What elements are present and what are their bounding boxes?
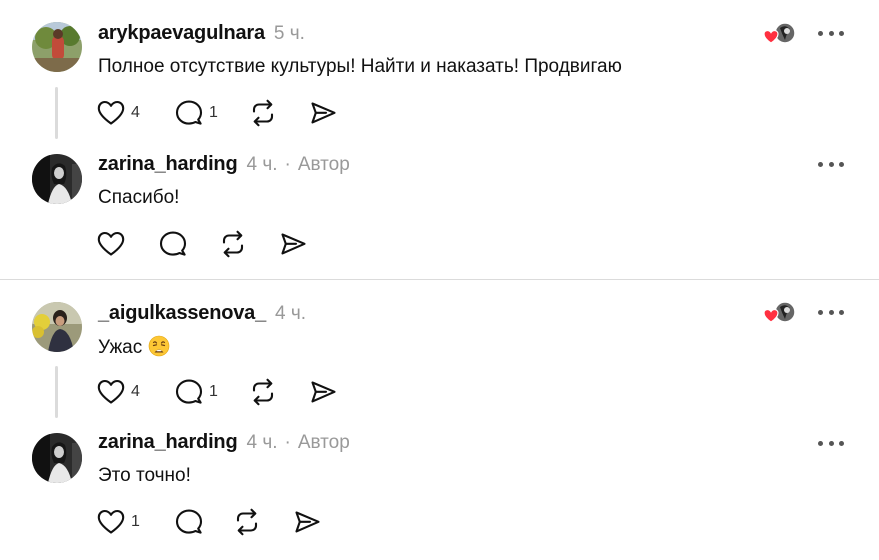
reply-button[interactable] — [174, 507, 232, 537]
like-button[interactable]: 4 — [96, 377, 174, 407]
reply-header: zarina_harding 4 ч. · Автор — [98, 431, 350, 454]
timestamp[interactable]: 5 ч. — [274, 23, 305, 45]
liked-by-avatars[interactable] — [763, 301, 797, 325]
username[interactable]: _aigulkassenova_ — [98, 302, 266, 325]
more-options-icon[interactable] — [818, 28, 844, 38]
post-header: arykpaevagulnara 5 ч. — [98, 22, 305, 45]
heart-icon — [96, 507, 126, 537]
avatar[interactable] — [32, 154, 82, 204]
like-count: 4 — [131, 383, 140, 400]
repost-icon — [218, 229, 248, 259]
reply-button[interactable]: 1 — [174, 98, 248, 128]
share-button[interactable] — [292, 507, 322, 537]
comment-text: Спасибо! — [98, 187, 180, 208]
separator-dot: · — [284, 432, 291, 453]
repost-icon — [232, 507, 262, 537]
action-bar — [96, 229, 308, 259]
like-count: 1 — [131, 513, 140, 530]
timestamp[interactable]: 4 ч. — [275, 303, 306, 325]
comment-icon — [158, 229, 188, 259]
action-bar: 1 — [96, 507, 322, 537]
reply-count: 1 — [209, 104, 218, 121]
share-button[interactable] — [278, 229, 308, 259]
comment-text: Ужас — [98, 335, 170, 359]
repost-button[interactable] — [248, 377, 308, 407]
avatar[interactable] — [32, 433, 82, 483]
share-icon — [278, 229, 308, 259]
share-icon — [308, 98, 338, 128]
heart-icon — [96, 377, 126, 407]
avatar-photo — [32, 154, 82, 204]
more-options-icon[interactable] — [818, 307, 844, 317]
action-bar: 4 1 — [96, 98, 338, 128]
like-button[interactable]: 1 — [96, 507, 174, 537]
comment-text: Полное отсутствие культуры! Найти и нака… — [98, 56, 622, 77]
thread-connector-line — [55, 87, 58, 139]
author-label: Автор — [297, 154, 350, 175]
timestamp[interactable]: 4 ч. — [246, 432, 277, 454]
repost-icon — [248, 98, 278, 128]
repost-button[interactable] — [232, 507, 292, 537]
like-count: 4 — [131, 104, 140, 121]
share-button[interactable] — [308, 98, 338, 128]
avatar-photo — [32, 22, 82, 72]
more-options-icon[interactable] — [818, 159, 844, 169]
username[interactable]: zarina_harding — [98, 153, 238, 176]
comment-text-content: Ужас — [98, 337, 143, 358]
reply-button[interactable] — [158, 229, 218, 259]
like-button[interactable] — [96, 229, 158, 259]
weary-face-emoji-icon — [148, 335, 170, 357]
avatar[interactable] — [32, 22, 82, 72]
thread-1: arykpaevagulnara 5 ч. Полное отсутствие … — [0, 0, 879, 279]
comment-icon — [174, 377, 204, 407]
timestamp[interactable]: 4 ч. — [246, 154, 277, 176]
reply-header: zarina_harding 4 ч. · Автор — [98, 153, 350, 176]
comment-text: Это точно! — [98, 465, 191, 486]
thread-2: _aigulkassenova_ 4 ч. Ужас 4 1 zarina_ha… — [0, 280, 879, 560]
comment-icon — [174, 507, 204, 537]
heart-icon — [96, 229, 126, 259]
more-options-icon[interactable] — [818, 438, 844, 448]
action-bar: 4 1 — [96, 377, 338, 407]
post-header: _aigulkassenova_ 4 ч. — [98, 302, 306, 325]
repost-button[interactable] — [248, 98, 308, 128]
thread-connector-line — [55, 366, 58, 418]
repost-icon — [248, 377, 278, 407]
reply-button[interactable]: 1 — [174, 377, 248, 407]
share-button[interactable] — [308, 377, 338, 407]
repost-button[interactable] — [218, 229, 278, 259]
username[interactable]: zarina_harding — [98, 431, 238, 454]
share-icon — [308, 377, 338, 407]
share-icon — [292, 507, 322, 537]
username[interactable]: arykpaevagulnara — [98, 22, 265, 45]
comment-icon — [174, 98, 204, 128]
reply-count: 1 — [209, 383, 218, 400]
avatar[interactable] — [32, 302, 82, 352]
author-label: Автор — [297, 432, 350, 453]
heart-icon — [96, 98, 126, 128]
avatar-photo — [32, 302, 82, 352]
liked-by-avatars[interactable] — [763, 22, 797, 46]
like-button[interactable]: 4 — [96, 98, 174, 128]
separator-dot: · — [284, 154, 291, 175]
avatar-photo — [32, 433, 82, 483]
